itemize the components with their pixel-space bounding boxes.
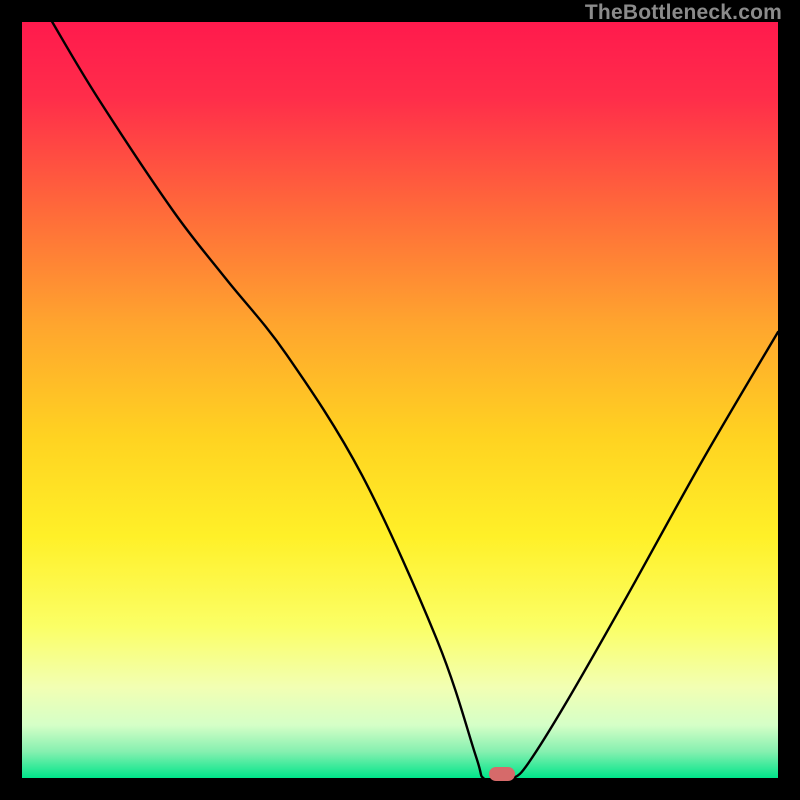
plot-area: [22, 22, 778, 778]
watermark-text: TheBottleneck.com: [585, 2, 782, 23]
chart-frame: TheBottleneck.com: [0, 0, 800, 800]
optimal-point-marker: [489, 767, 515, 781]
gradient-background: [22, 22, 778, 778]
